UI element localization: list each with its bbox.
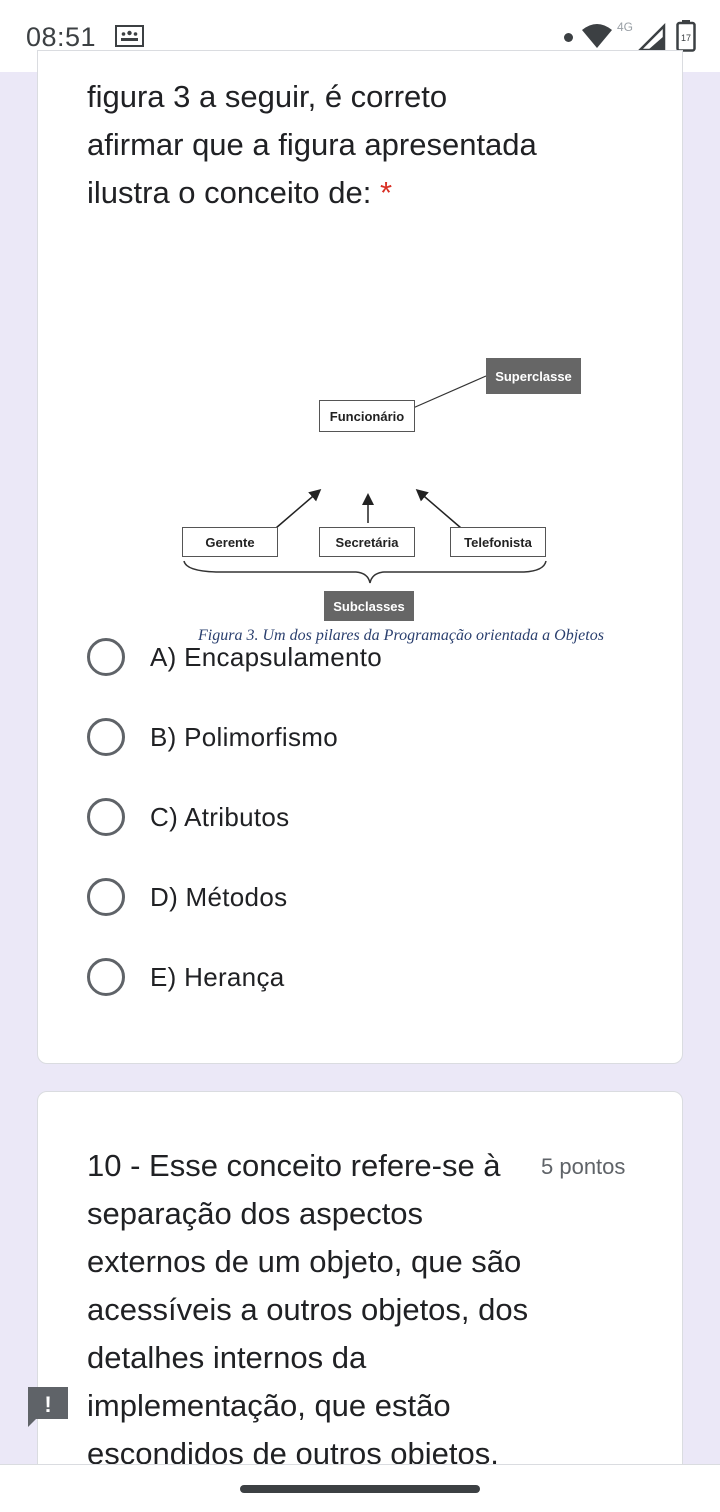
option-label: D) Métodos <box>150 881 288 912</box>
parent-class-box: Funcionário <box>319 400 415 432</box>
option-d[interactable]: D) Métodos <box>87 869 627 925</box>
figure-connectors <box>183 375 547 584</box>
alert-glyph: ! <box>44 1392 51 1417</box>
network-type: 4G <box>617 20 634 34</box>
question-card: figura 3 a seguir, é correto afirmar que… <box>37 50 683 1064</box>
option-a[interactable]: A) Encapsulamento <box>87 629 627 685</box>
child-class-secretaria: Secretária <box>319 527 415 557</box>
question-text: figura 3 a seguir, é correto afirmar que… <box>87 79 537 210</box>
option-label: E) Herança <box>150 961 285 992</box>
dot-icon <box>564 33 573 42</box>
child-class-telefonista: Telefonista <box>450 527 546 557</box>
option-label: B) Polimorfismo <box>150 721 338 752</box>
signal-icon <box>638 22 666 52</box>
radio-button[interactable] <box>87 718 125 756</box>
status-time: 08:51 <box>26 22 97 52</box>
option-b[interactable]: B) Polimorfismo <box>87 709 627 765</box>
navigation-bar <box>0 1464 720 1512</box>
radio-button[interactable] <box>87 638 125 676</box>
question-title: figura 3 a seguir, é correto afirmar que… <box>87 73 537 217</box>
battery-icon: 17 <box>676 20 696 52</box>
question-title: 10 - Esse conceito refere-se à separação… <box>87 1148 529 1471</box>
question-card: 10 - Esse conceito refere-se à separação… <box>37 1091 683 1512</box>
option-label: A) Encapsulamento <box>150 641 383 672</box>
battery-level: 17 <box>681 33 691 43</box>
child-class-gerente: Gerente <box>182 527 278 557</box>
radio-button[interactable] <box>87 798 125 836</box>
radio-button[interactable] <box>87 958 125 996</box>
option-c[interactable]: C) Atributos <box>87 789 627 845</box>
required-marker: * <box>379 175 393 210</box>
points-label: 5 pontos <box>541 1154 626 1179</box>
subclasses-tag: Subclasses <box>324 591 414 621</box>
radio-button[interactable] <box>87 878 125 916</box>
superclass-tag: Superclasse <box>486 358 581 394</box>
inheritance-figure: Superclasse Funcionário Gerente Secretár… <box>156 356 656 644</box>
option-label: C) Atributos <box>150 801 290 832</box>
option-e[interactable]: E) Herança <box>87 949 627 1005</box>
home-gesture-handle[interactable] <box>240 1485 480 1493</box>
notification-icon <box>115 25 144 47</box>
wifi-icon <box>582 24 612 48</box>
alert-icon[interactable]: ! <box>28 1387 68 1427</box>
